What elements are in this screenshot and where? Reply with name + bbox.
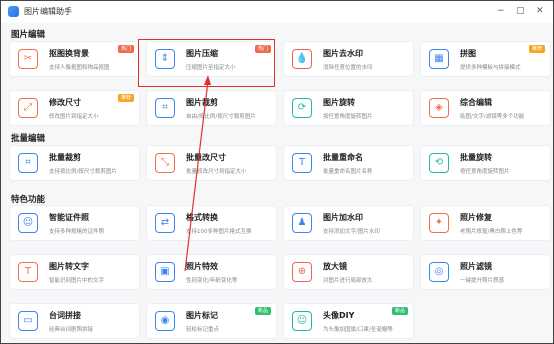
app-window: 图片编辑助手 − ▢ ✕ 图片编辑 批量编辑 特色功能 ✂ 抠图换背景 支持人像抠图… [0,0,554,344]
annotation-arrow [184,75,211,272]
